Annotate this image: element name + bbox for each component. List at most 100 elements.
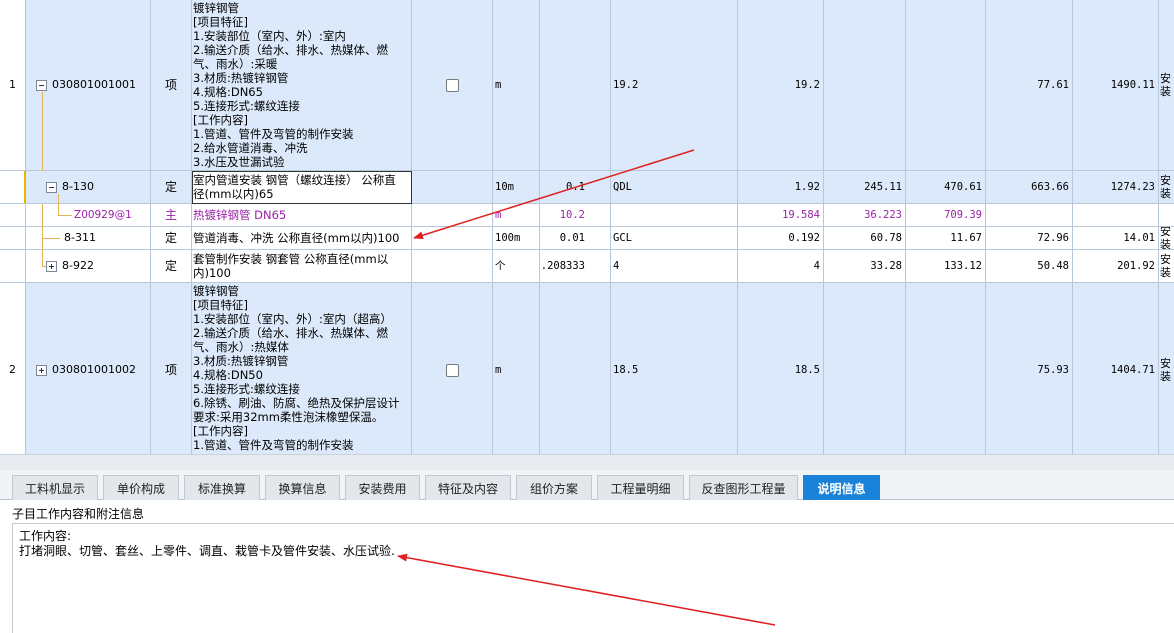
row-price-1: 33.28 [824,250,906,283]
tab-labor-material[interactable]: 工料机显示 [12,475,98,500]
tab-description-info[interactable]: 说明信息 [803,475,880,500]
row-quantity: 1.92 [738,171,824,204]
bill-grid: 1 030801001001 项 镀锌钢管 [项目特征] 1.安装部位（室内、外… [0,0,1174,454]
row-quantity: 0.192 [738,227,824,250]
collapse-icon[interactable] [46,181,57,193]
row-type: 主 [151,204,192,227]
name-line: 1.安装部位（室内、外）:室内 [193,29,346,43]
row-price-2: 709.39 [906,204,986,227]
row-number [0,204,26,227]
row-category: 安装 [1159,250,1174,283]
row-name[interactable]: 室内管道安装 钢管（螺纹连接） 公称直 径(mm以内)65 [192,171,412,204]
description-panel: 子目工作内容和附注信息 工作内容: 打堵洞眼、切管、套丝、上零件、调直、栽管卡及… [0,500,1174,633]
row-name[interactable]: 管道消毒、冲洗 公称直径(mm以内)100 [192,227,412,250]
row-total-price [1073,204,1159,227]
row-total-price: 1404.71 [1073,283,1159,454]
row-unit-price: 75.93 [986,283,1073,454]
row-unit-price: 50.48 [986,250,1073,283]
expand-icon[interactable] [36,364,47,376]
row-price-1 [824,0,906,171]
name-line: 热镀锌钢管 DN65 [193,208,287,222]
name-line: 气、雨水）:采暖 [193,57,278,71]
name-line: 1.安装部位（室内、外）:室内（超高） [193,312,392,326]
row-name[interactable]: 热镀锌钢管 DN65 [192,204,412,227]
row-code: 8-130 [62,180,94,193]
name-line: [项目特征] [193,298,248,312]
table-row[interactable]: 8-311 定 管道消毒、冲洗 公称直径(mm以内)100 100m 0.01 … [0,227,1174,250]
panel-splitter[interactable] [0,454,1174,470]
panel-title: 子目工作内容和附注信息 [12,507,145,521]
row-category [1159,204,1174,227]
name-line: 5.连接形式:螺纹连接 [193,382,300,396]
row-number [0,227,26,250]
row-qty-factor: 10.2 [540,204,611,227]
tab-reverse-lookup[interactable]: 反查图形工程量 [689,475,798,500]
name-line: 室内管道安装 钢管（螺纹连接） 公称直 [193,173,396,187]
tab-conversion-info[interactable]: 换算信息 [265,475,340,500]
row-qty-factor [540,283,611,454]
row-checkbox[interactable] [445,363,459,377]
row-name[interactable]: 套管制作安装 钢套管 公称直径(mm以 内)100 [192,250,412,283]
row-name[interactable]: 镀锌钢管 [项目特征] 1.安装部位（室内、外）:室内 2.输送介质（给水、排水… [192,0,412,171]
description-textarea[interactable]: 工作内容: 打堵洞眼、切管、套丝、上零件、调直、栽管卡及管件安装、水压试验. [12,523,1174,633]
row-code: 8-922 [62,259,94,272]
name-line: [工作内容] [193,424,248,438]
row-price-2: 133.12 [906,250,986,283]
row-code: Z00929@1 [26,204,151,227]
row-unit: m [493,0,540,171]
row-type: 定 [151,250,192,283]
tree-line [58,215,72,216]
name-line: 6.除锈、刷油、防腐、绝热及保护层设计 [193,396,400,410]
checkbox-cell [412,250,493,283]
table-row[interactable]: 8-922 定 套管制作安装 钢套管 公称直径(mm以 内)100 个 0.20… [0,250,1174,283]
tree-line [42,92,43,171]
expand-icon[interactable] [46,260,57,272]
name-line: [工作内容] [193,113,248,127]
row-expression[interactable]: 18.5 [611,283,738,454]
tab-features-content[interactable]: 特征及内容 [425,475,511,500]
name-line: 2.给水管道消毒、冲洗 [193,141,308,155]
name-line: 3.材质:热镀锌钢管 [193,71,289,85]
name-line: 径(mm以内)65 [193,187,274,201]
tab-quantity-detail[interactable]: 工程量明细 [597,475,684,500]
name-line: 要求:采用32mm柔性泡沫橡塑保温。 [193,410,384,424]
row-code: 030801001001 [52,78,136,91]
row-expression[interactable]: 19.2 [611,0,738,171]
tab-install-cost[interactable]: 安装费用 [345,475,420,500]
row-code-cell: 030801001001 [26,0,151,171]
row-qty-factor: 0.1 [540,171,611,204]
name-line: 镀锌钢管 [193,1,239,15]
row-total-price: 14.01 [1073,227,1159,250]
row-expression[interactable]: QDL [611,171,738,204]
tab-unit-price[interactable]: 单价构成 [103,475,179,500]
table-row[interactable]: 1 030801001001 项 镀锌钢管 [项目特征] 1.安装部位（室内、外… [0,0,1174,171]
row-expression[interactable]: 4 [611,250,738,283]
name-line: [项目特征] [193,15,248,29]
row-unit: 个 [493,250,540,283]
row-unit-price: 77.61 [986,0,1073,171]
row-price-2: 11.67 [906,227,986,250]
name-line: 镀锌钢管 [193,284,239,298]
name-line: 5.连接形式:螺纹连接 [193,99,300,113]
name-line: 内)100 [193,266,231,280]
row-qty-factor: 0.208333 [540,250,611,283]
row-quantity: 19.2 [738,0,824,171]
row-expression[interactable] [611,204,738,227]
name-line: 1.管道、管件及弯管的制作安装 [193,438,354,452]
row-expression[interactable]: GCL [611,227,738,250]
tree-line [42,238,60,239]
row-name[interactable]: 镀锌钢管 [项目特征] 1.安装部位（室内、外）:室内（超高） 2.输送介质（给… [192,283,412,454]
tab-standard-conversion[interactable]: 标准换算 [184,475,260,500]
table-row[interactable]: 8-130 定 室内管道安装 钢管（螺纹连接） 公称直 径(mm以内)65 10… [0,171,1174,204]
table-row[interactable]: 2 030801001002 项 镀锌钢管 [项目特征] 1.安装部位（室内、外… [0,283,1174,454]
row-price-1: 60.78 [824,227,906,250]
table-row[interactable]: Z00929@1 主 热镀锌钢管 DN65 m 10.2 19.584 36.2… [0,204,1174,227]
collapse-icon[interactable] [36,79,47,91]
row-category: 安装 [1159,227,1174,250]
row-price-2: 470.61 [906,171,986,204]
tab-pricing-scheme[interactable]: 组价方案 [516,475,592,500]
row-checkbox[interactable] [445,78,459,92]
row-unit-price: 72.96 [986,227,1073,250]
name-line: 4.规格:DN65 [193,85,263,99]
row-number: 2 [0,283,26,454]
